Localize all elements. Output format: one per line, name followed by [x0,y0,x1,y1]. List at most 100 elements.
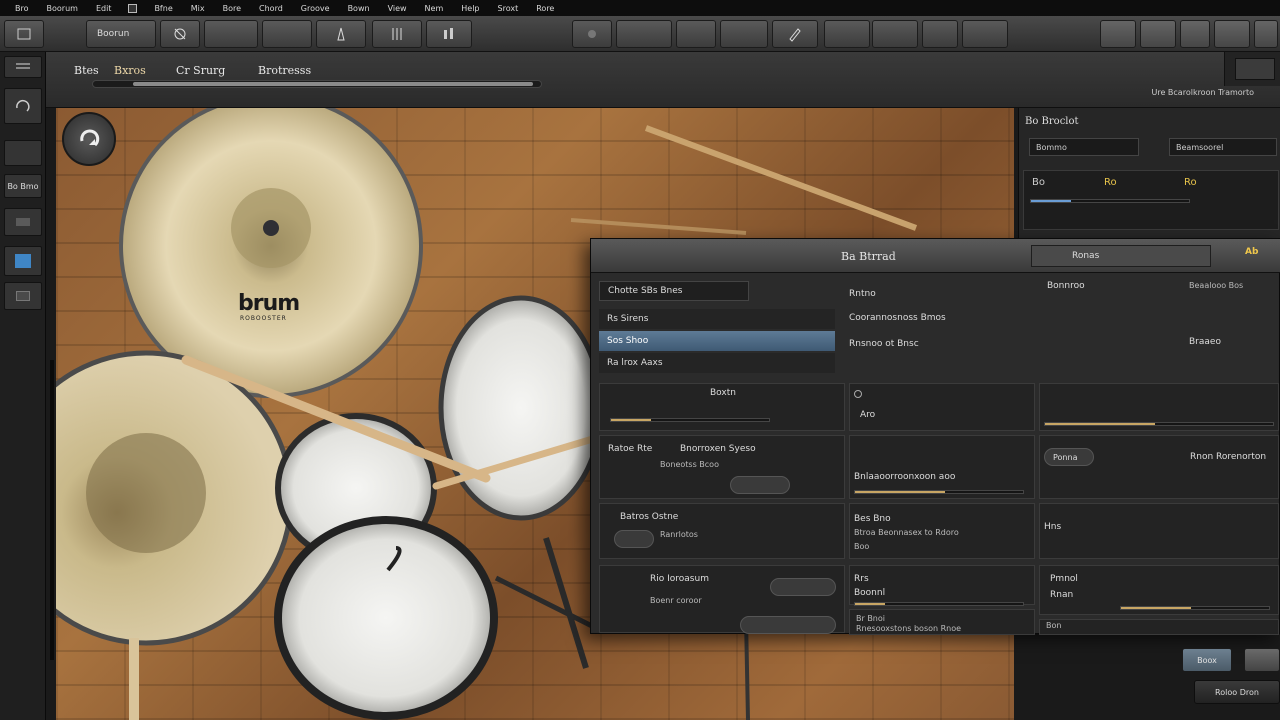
mini-panel-field[interactable]: Beamsoorel [1169,138,1277,156]
menu-item[interactable]: Bown [339,4,379,13]
sidebar-menu-button[interactable] [4,56,42,78]
dialog-tab[interactable]: Ronas [1031,245,1211,267]
menu-item[interactable]: Nem [416,4,453,13]
setting-label: Batros Ostne [620,512,679,522]
toolbar: Boorun [0,16,1280,52]
toolbar-button[interactable] [4,20,44,48]
dialog-middle-column: Rntno Coorannosnoss Bmos Rnsnoo ot Bnsc … [849,273,1035,635]
toolbar-button[interactable] [262,20,312,48]
sidebar-tool-button[interactable] [4,140,42,166]
drumstick [570,218,747,235]
toolbar-button[interactable] [616,20,672,48]
right-slider[interactable] [1044,422,1274,426]
menu-item[interactable]: Help [452,4,488,13]
menu-icon [16,63,30,69]
header-accent-label[interactable]: Bxros [114,64,146,77]
kit-list-item[interactable]: Rs Sirens [599,309,835,329]
sidebar-item-label: Bo Bmo [7,181,39,191]
middle-setting: Br Bnoi Rnesooxstons boson Rnoe [849,609,1035,635]
apply-button[interactable]: Boox [1182,648,1232,672]
drum-tool-button[interactable] [160,20,200,48]
sidebar-item[interactable]: Bo Bmo [4,174,42,198]
setting-label: Bes Bno [854,514,891,524]
toolbar-button[interactable] [922,20,958,48]
record-icon [588,30,596,38]
setting-pill[interactable] [730,476,790,494]
metronome-button[interactable] [316,20,366,48]
mini-tool-label[interactable]: Ro [1104,177,1117,188]
setting-pill[interactable]: Ponna [1044,448,1094,466]
dialog-title-bar[interactable]: Ba Btrrad Ronas Ab [591,239,1280,273]
setting-pill[interactable] [740,616,836,634]
right-top-label: Bonnroo [1047,281,1085,291]
toolbar-button[interactable] [824,20,870,48]
menu-item[interactable]: Bro [6,4,38,13]
radio-icon[interactable] [854,390,862,398]
right-setting: Bon [1039,619,1279,635]
sidebar-tool-button-active[interactable] [4,246,42,276]
toolbar-button[interactable] [872,20,918,48]
menu-item[interactable]: Mix [182,4,214,13]
drum-kit-label[interactable]: Cr Srurg [176,64,225,77]
kit-list-item[interactable]: Ra lrox Aaxs [599,353,835,373]
toolbar-button[interactable] [676,20,716,48]
menu-item[interactable]: Groove [292,4,339,13]
middle-setting: Bnlaaoorroonxoon aoo [849,435,1035,499]
menu-item[interactable]: Edit [87,4,121,13]
menu-item[interactable]: Sroxt [489,4,528,13]
mid-slider[interactable] [854,602,1024,606]
footer-button[interactable]: Roloo Dron [1194,680,1280,704]
toolbar-button[interactable] [962,20,1008,48]
menu-item[interactable]: Chord [250,4,292,13]
scrollbar-thumb[interactable] [133,82,533,86]
toolbar-button[interactable] [1214,20,1250,48]
dialog-right-column: Bonnroo Beaalooo Bos Braaeo Rnon Rorenor… [1039,273,1279,635]
right-setting [1039,383,1279,431]
setting-pill[interactable] [614,530,654,548]
cymbal-nut [263,220,279,236]
setting-pill[interactable] [770,578,836,596]
mini-tool-label[interactable]: Ro [1184,177,1197,188]
sidebar-tool-button[interactable] [4,282,42,310]
toolbar-button[interactable] [1100,20,1136,48]
pen-tool-button[interactable] [772,20,818,48]
mid-slider[interactable] [854,490,1024,494]
edit-tool-icon [16,218,30,226]
browse-label[interactable]: Brotresss [258,64,311,77]
file-button[interactable]: Boorun [86,20,156,48]
level-slider[interactable] [610,418,770,422]
menu-item[interactable]: Boorum [38,4,87,13]
mini-tool-label[interactable]: Bo [1032,177,1045,188]
right-slider[interactable] [1120,606,1270,610]
section-header: Boxtn [599,383,845,431]
sidebar-tool-button[interactable] [4,88,42,124]
mini-panel-field[interactable]: Bommo [1029,138,1139,156]
setting-sub-label: Boenr coroor [650,596,702,605]
secondary-button[interactable] [1244,648,1280,672]
sidebar-tool-button[interactable] [4,208,42,236]
middle-setting: Rrs Boonnl [849,565,1035,606]
menu-item[interactable]: View [379,4,416,13]
rotate-view-button[interactable] [62,112,116,166]
toolbar-button[interactable] [426,20,472,48]
toolbar-button[interactable] [1254,20,1278,48]
kit-list-item-selected[interactable]: Sos Shoo [599,331,835,351]
window-square-icon[interactable] [128,3,138,13]
dialog-title: Ba Btrrad [841,250,896,263]
left-sidebar: Bo Bmo [0,52,46,720]
toolbar-button[interactable] [1140,20,1176,48]
mini-slider[interactable] [1030,199,1190,203]
menu-item[interactable]: Bore [214,4,250,13]
menu-item[interactable]: Rore [527,4,563,13]
horizontal-scrollbar[interactable] [92,80,542,88]
middle-line-label: Rnsnoo ot Bnsc [849,339,919,349]
toolbar-button[interactable] [372,20,422,48]
kit-selector[interactable]: Chotte SBs Bnes [599,281,749,301]
toolbar-button[interactable] [1180,20,1210,48]
header-right-button[interactable] [1235,58,1275,80]
toolbar-button[interactable] [720,20,768,48]
rotate-icon [80,129,100,147]
menu-item[interactable]: Bfne [145,4,181,13]
toolbar-button[interactable] [204,20,258,48]
record-button[interactable] [572,20,612,48]
